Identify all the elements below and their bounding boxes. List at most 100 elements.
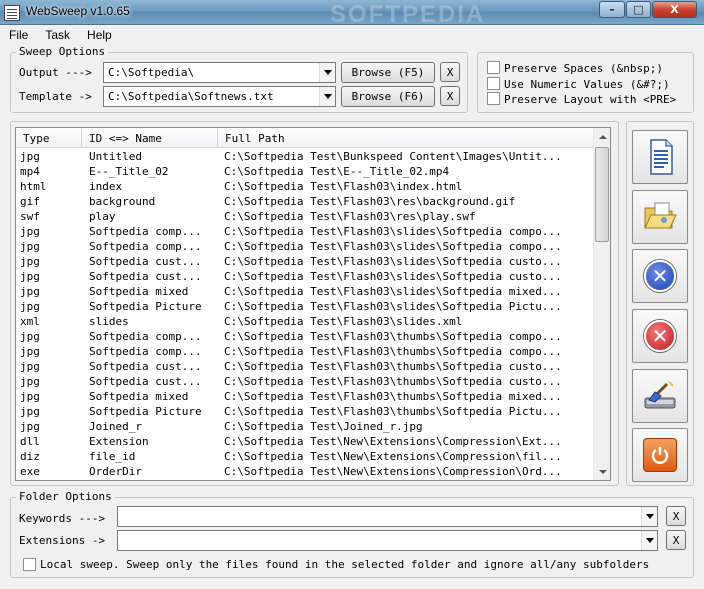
sweep-options-legend: Sweep Options — [16, 45, 109, 58]
column-type[interactable]: Type — [16, 128, 82, 148]
exit-button[interactable] — [632, 428, 688, 482]
cell-type: jpg — [20, 330, 40, 343]
table-row[interactable]: jpg Softpedia cust... C:\Softpedia Test\Fl… — [16, 269, 594, 284]
menu-file[interactable]: File — [0, 28, 36, 42]
clear-output-button[interactable]: X — [440, 62, 460, 82]
table-row[interactable]: jpg Softpedia comp... C:\Softpedia Test\Fl… — [16, 224, 594, 239]
table-row[interactable]: diz file_id C:\Softpedia Test\New\Extensio… — [16, 449, 594, 464]
cell-name: Softpedia Picture — [89, 405, 202, 418]
sweep-button[interactable] — [632, 369, 688, 423]
brush-icon — [644, 381, 676, 409]
table-row[interactable]: jpg Joined_r C:\Softpedia Test\Joined_r.jp… — [16, 419, 594, 434]
table-row[interactable]: jpg Softpedia Picture C:\Softpedia Test\Fl… — [16, 404, 594, 419]
cell-type: jpg — [20, 345, 40, 358]
cell-path: C:\Softpedia Test\Flash03\slides\Softped… — [224, 225, 562, 238]
list-header: Type ID <=> Name Full Path — [16, 128, 594, 148]
cell-type: jpg — [20, 405, 40, 418]
cell-name: Softpedia cust... — [89, 360, 202, 373]
cell-path: C:\Softpedia Test\E--_Title_02.mp4 — [224, 165, 450, 178]
browse-template-button[interactable]: Browse (F6) — [341, 86, 435, 107]
output-label: Output ---> — [19, 66, 92, 79]
menu-help[interactable]: Help — [78, 28, 120, 42]
table-row[interactable]: exe OrderDir C:\Softpedia Test\New\Extensi… — [16, 464, 594, 479]
cell-name: Softpedia Picture — [89, 300, 202, 313]
cell-path: C:\Softpedia Test\Flash03\index.html — [224, 180, 463, 193]
table-row[interactable]: gif background C:\Softpedia Test\Flash03\r… — [16, 194, 594, 209]
preserve-layout-label: Preserve Layout with <PRE> — [504, 93, 677, 106]
cell-path: C:\Softpedia Test\Joined_r.jpg — [224, 420, 423, 433]
list-body: jpg Untitled C:\Softpedia Test\Bunkspeed C… — [16, 149, 594, 479]
cell-path: C:\Softpedia Test\Flash03\slides\Softped… — [224, 285, 562, 298]
cell-path: C:\Softpedia Test\Flash03\slides\Softped… — [224, 240, 562, 253]
cell-path: C:\Softpedia Test\Flash03\thumbs\Softped… — [224, 345, 562, 358]
cell-path: C:\Softpedia Test\New\Extensions\Compres… — [224, 450, 562, 463]
table-row[interactable]: jpg Softpedia comp... C:\Softpedia Test\Fl… — [16, 239, 594, 254]
column-full-path[interactable]: Full Path — [218, 128, 594, 148]
keywords-combo[interactable] — [117, 506, 658, 527]
cell-path: C:\Softpedia Test\New\Extensions\Compres… — [224, 435, 562, 448]
table-row[interactable]: jpg Softpedia mixed C:\Softpedia Test\Flas… — [16, 284, 594, 299]
extensions-label: Extensions -> — [19, 534, 106, 547]
table-row[interactable]: swf play C:\Softpedia Test\Flash03\res\pla… — [16, 209, 594, 224]
cell-name: Softpedia mixed — [89, 285, 189, 298]
chevron-down-icon[interactable] — [641, 531, 657, 550]
table-row[interactable]: jpg Softpedia comp... C:\Softpedia Test\Fl… — [16, 329, 594, 344]
clear-list-button[interactable]: ✕ — [632, 249, 688, 303]
clear-template-button[interactable]: X — [440, 86, 460, 106]
table-row[interactable]: dll Extension C:\Softpedia Test\New\Extens… — [16, 434, 594, 449]
template-combo[interactable]: C:\Softpedia\Softnews.txt — [103, 86, 336, 107]
clear-extensions-button[interactable]: X — [666, 530, 686, 550]
minimize-button[interactable]: – — [599, 1, 625, 18]
table-row[interactable]: xml slides C:\Softpedia Test\Flash03\slide… — [16, 314, 594, 329]
chevron-down-icon[interactable] — [641, 507, 657, 526]
scroll-up-icon[interactable] — [594, 128, 610, 145]
cell-type: exe — [20, 465, 40, 478]
table-row[interactable]: jpg Softpedia cust... C:\Softpedia Test\Fl… — [16, 374, 594, 389]
table-row[interactable]: mp4 E--_Title_02 C:\Softpedia Test\E--_Tit… — [16, 164, 594, 179]
cell-name: OrderDir — [89, 465, 142, 478]
cell-path: C:\Softpedia Test\Flash03\slides\Softped… — [224, 255, 562, 268]
remove-button[interactable]: ✕ — [632, 309, 688, 363]
cell-name: index — [89, 180, 123, 193]
table-row[interactable]: jpg Softpedia mixed C:\Softpedia Test\Flas… — [16, 389, 594, 404]
preserve-spaces-checkbox[interactable] — [487, 61, 500, 74]
open-folder-button[interactable] — [632, 190, 688, 244]
clear-keywords-button[interactable]: X — [666, 506, 686, 526]
numeric-values-checkbox[interactable] — [487, 77, 500, 90]
table-row[interactable]: html index C:\Softpedia Test\Flash03\index… — [16, 179, 594, 194]
table-row[interactable]: jpg Softpedia Picture C:\Softpedia Test\Fl… — [16, 299, 594, 314]
chevron-down-icon[interactable] — [319, 63, 335, 82]
cell-type: jpg — [20, 150, 40, 163]
local-sweep-checkbox[interactable] — [23, 558, 36, 571]
scroll-thumb[interactable] — [595, 147, 609, 242]
cell-type: jpg — [20, 390, 40, 403]
red-x-icon: ✕ — [644, 320, 676, 352]
output-combo[interactable]: C:\Softpedia\ — [103, 62, 336, 83]
preserve-layout-checkbox[interactable] — [487, 92, 500, 105]
extensions-combo[interactable] — [117, 530, 658, 551]
menu-bar: File Task Help — [0, 25, 704, 44]
cell-name: background — [89, 195, 156, 208]
close-button[interactable]: X — [652, 1, 697, 18]
cell-path: C:\Softpedia Test\Flash03\res\play.swf — [224, 210, 476, 223]
browse-output-button[interactable]: Browse (F5) — [341, 62, 435, 83]
cell-type: jpg — [20, 285, 40, 298]
table-row[interactable]: jpg Softpedia cust... C:\Softpedia Test\Fl… — [16, 254, 594, 269]
cell-path: C:\Softpedia Test\Flash03\slides\Softped… — [224, 300, 562, 313]
scroll-down-icon[interactable] — [594, 463, 610, 480]
cell-type: html — [20, 180, 47, 193]
table-row[interactable]: jpg Softpedia cust... C:\Softpedia Test\Fl… — [16, 359, 594, 374]
column-id-name[interactable]: ID <=> Name — [82, 128, 218, 148]
menu-task[interactable]: Task — [36, 28, 78, 42]
file-list[interactable]: Type ID <=> Name Full Path jpg Untitled C:… — [15, 127, 611, 481]
cell-name: Softpedia comp... — [89, 240, 202, 253]
maximize-button[interactable]: □ — [626, 1, 651, 18]
cell-type: jpg — [20, 420, 40, 433]
chevron-down-icon[interactable] — [319, 87, 335, 106]
new-document-button[interactable] — [632, 130, 688, 184]
preserve-spaces-label: Preserve Spaces (&nbsp;) — [504, 62, 663, 75]
vertical-scrollbar[interactable] — [593, 128, 610, 480]
cell-type: dll — [20, 435, 40, 448]
table-row[interactable]: jpg Untitled C:\Softpedia Test\Bunkspeed C… — [16, 149, 594, 164]
table-row[interactable]: jpg Softpedia comp... C:\Softpedia Test\Fl… — [16, 344, 594, 359]
